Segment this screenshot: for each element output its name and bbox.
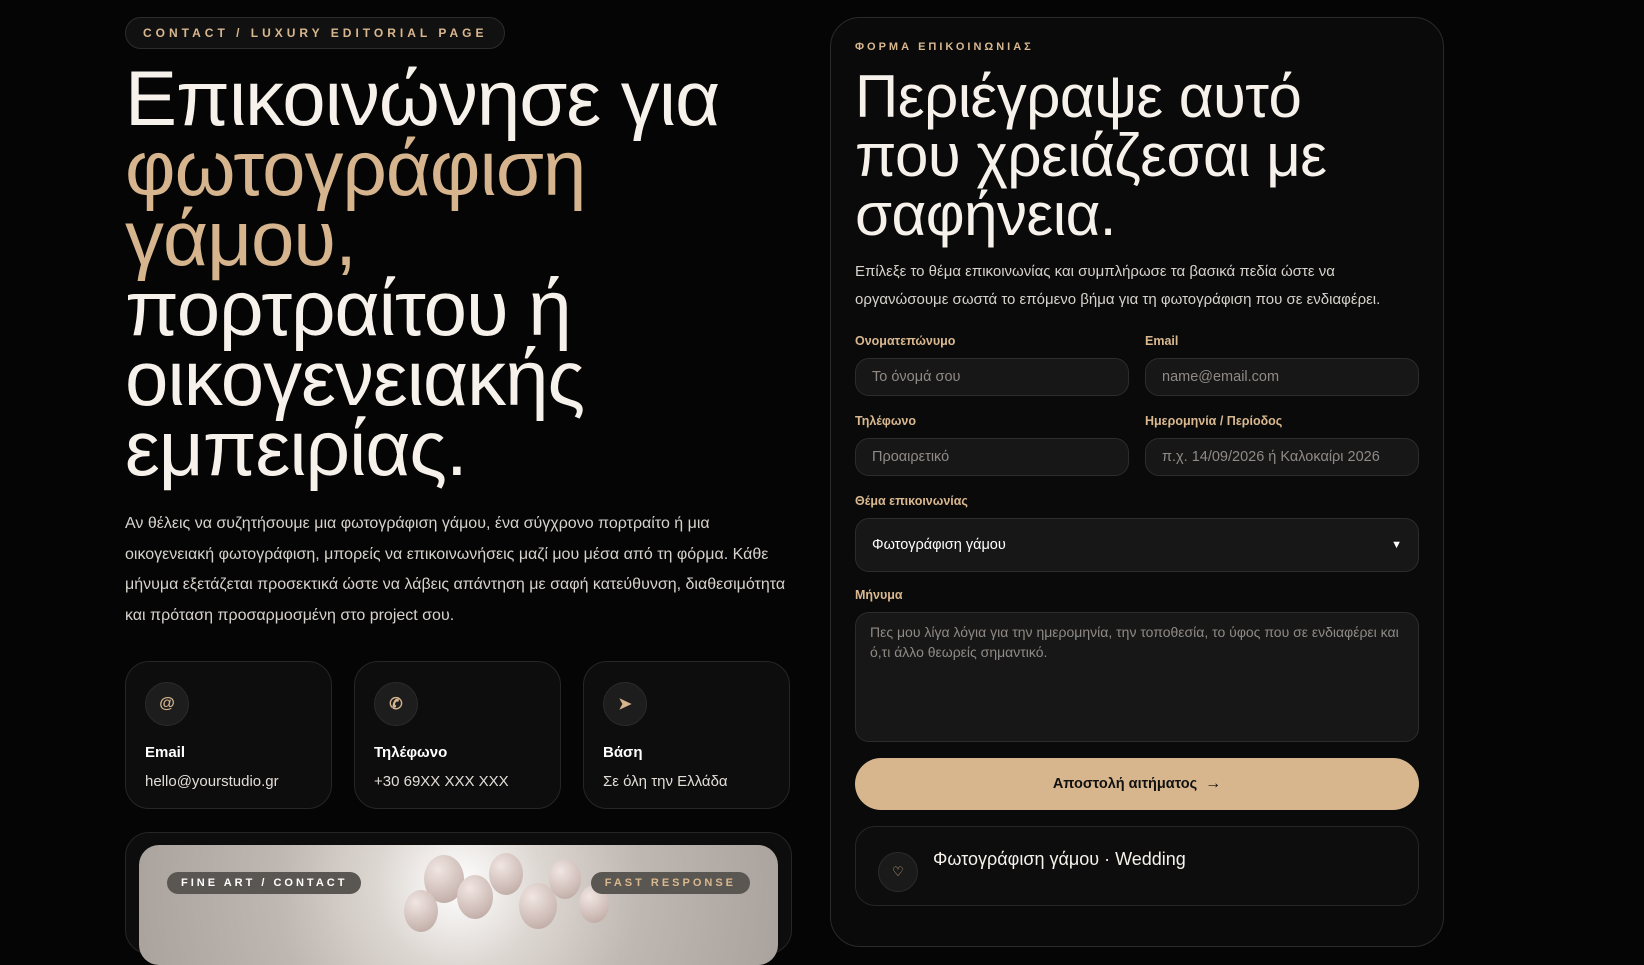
submit-button[interactable]: Αποστολή αιτήματος → [855,758,1419,810]
card-value[interactable]: +30 69XX XXX XXX [374,773,541,790]
at-icon: @ [145,682,189,726]
card-value[interactable]: hello@yourstudio.gr [145,773,312,790]
submit-label: Αποστολή αιτήματος [1052,776,1198,792]
form-eyebrow: ΦΟΡΜΑ ΕΠΙΚΟΙΝΩΝΙΑΣ [855,41,1034,53]
contact-card-email[interactable]: @ Email hello@yourstudio.gr [125,661,332,809]
card-value: Σε όλη την Ελλάδα [603,773,728,790]
name-input[interactable]: Το όνομά σου [855,358,1129,396]
date-input[interactable]: π.χ. 14/09/2026 ή Καλοκαίρι 2026 [1145,438,1419,476]
hero-image-card: FINE ART / CONTACT FAST RESPONSE [125,832,792,965]
intro-paragraph: Αν θέλεις να συζητήσουμε μια φωτογράφιση… [125,515,786,624]
date-label: Ημερομηνία / Περίοδος [1145,414,1283,428]
card-title: Βάση [603,744,643,761]
topic-selected-value: Φωτογράφιση γάμου [872,537,1006,553]
chevron-down-icon: ▼ [1391,539,1402,551]
phone-input[interactable]: Προαιρετικό [855,438,1129,476]
headline-rest: πορτραίτου ή οικογενειακής εμπειρίας. [125,264,585,492]
email-input[interactable]: name@email.com [1145,358,1419,396]
heart-icon: ♡ [878,852,918,892]
hero-badge-right: FAST RESPONSE [590,872,750,894]
arrow-right-icon: → [1205,775,1222,792]
eyebrow-pill: CONTACT / LUXURY EDITORIAL PAGE [125,17,506,49]
card-title: Email [145,744,186,761]
contact-cards: @ Email hello@yourstudio.gr ✆ Τηλέφωνο +… [125,661,790,809]
contact-card-location[interactable]: ➤ Βάση Σε όλη την Ελλάδα [583,661,790,809]
balloons-photo: FINE ART / CONTACT FAST RESPONSE [139,845,778,965]
service-title: Φωτογράφιση γάμου · Wedding [933,849,1186,869]
message-label: Μήνυμα [855,588,903,602]
topic-label: Θέμα επικοινωνίας [855,494,968,508]
selected-service-card: ♡ Φωτογράφιση γάμου · Wedding [855,826,1419,906]
email-label: Email [1145,334,1179,348]
name-label: Ονοματεπώνυμο [855,334,956,348]
contact-form-panel: ΦΟΡΜΑ ΕΠΙΚΟΙΝΩΝΙΑΣ Περιέγραψε αυτό που χ… [830,17,1444,947]
contact-card-phone[interactable]: ✆ Τηλέφωνο +30 69XX XXX XXX [354,661,561,809]
hero-badge-left: FINE ART / CONTACT [167,872,362,894]
phone-icon: ✆ [374,682,418,726]
left-column: CONTACT / LUXURY EDITORIAL PAGE Επικοινώ… [125,17,790,631]
phone-label: Τηλέφωνο [855,414,917,428]
page-headline: Επικοινώνησε για φωτογράφιση γάμου, πορτ… [125,59,790,487]
location-arrow-icon: ➤ [603,682,647,726]
card-title: Τηλέφωνο [374,744,448,761]
headline-accent: φωτογράφιση γάμου, [125,124,586,282]
message-textarea[interactable]: Πες μου λίγα λόγια για την ημερομηνία, τ… [855,612,1419,742]
topic-select[interactable]: Φωτογράφιση γάμου ▼ [855,518,1419,572]
form-lead: Επίλεξε το θέμα επικοινωνίας και συμπλήρ… [855,263,1381,308]
form-title: Περιέγραψε αυτό που χρειάζεσαι με σαφήνε… [855,63,1327,248]
